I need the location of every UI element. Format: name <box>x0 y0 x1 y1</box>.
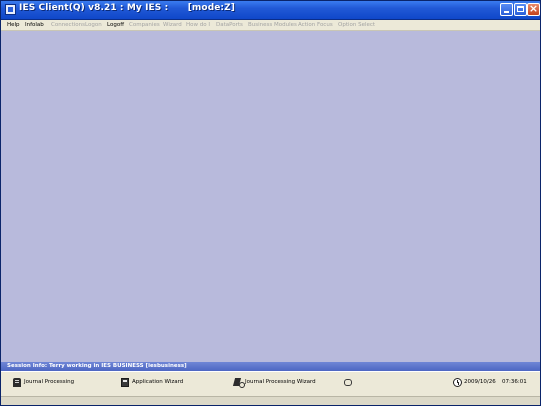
menu-item-business-modules[interactable]: Business Modules <box>248 20 297 30</box>
clock-icon <box>453 378 462 387</box>
app-window: IES Client(Q) v8.21 : My IES : [mode:Z] … <box>0 0 541 406</box>
status-date: 2009/10/26 <box>464 379 496 385</box>
app-icon[interactable] <box>5 4 16 15</box>
application-wizard-icon <box>121 378 129 387</box>
maximize-button[interactable] <box>514 3 527 16</box>
journal-icon <box>13 378 21 387</box>
bottom-status-strip <box>1 396 540 405</box>
title-bar[interactable]: IES Client(Q) v8.21 : My IES : [mode:Z] … <box>1 1 540 20</box>
session-info-text: Session Info: Terry working in IES BUSIN… <box>7 363 187 369</box>
misc-icon <box>344 379 352 386</box>
session-info-bar: Session Info: Terry working in IES BUSIN… <box>1 362 540 371</box>
journal-wizard-icon <box>234 378 245 388</box>
menu-item-logon[interactable]: Logon <box>85 20 102 30</box>
menu-item-wizard[interactable]: Wizard <box>163 20 182 30</box>
task-label: Journal Processing Wizard <box>245 379 316 385</box>
menu-item-option-select[interactable]: Option Select <box>338 20 375 30</box>
menu-item-connections[interactable]: Connections <box>51 20 85 30</box>
menu-item-dataports[interactable]: DataPorts <box>216 20 243 30</box>
close-icon: × <box>528 2 539 15</box>
menu-item-infolab[interactable]: Infolab <box>25 20 44 30</box>
menu-item-companies[interactable]: Companies <box>129 20 160 30</box>
menu-item-help[interactable]: Help <box>7 20 20 30</box>
task-label: Application Wizard <box>132 379 184 385</box>
window-title: IES Client(Q) v8.21 : My IES : [mode:Z] <box>19 3 235 13</box>
maximize-icon <box>517 6 524 12</box>
menu-item-how-do-i[interactable]: How do I <box>186 20 210 30</box>
menu-item-logoff[interactable]: Logoff <box>107 20 124 30</box>
close-button[interactable]: × <box>527 2 540 16</box>
task-label: Journal Processing <box>24 379 75 385</box>
minimize-icon <box>504 11 509 13</box>
status-time: 07:36:01 <box>502 379 527 385</box>
menu-bar: Help Infolab Connections Logon Logoff Co… <box>1 20 540 31</box>
main-workspace[interactable] <box>1 31 540 361</box>
taskbar: Journal Processing Application Wizard Jo… <box>1 371 540 396</box>
menu-item-action-focus[interactable]: Action Focus <box>298 20 333 30</box>
minimize-button[interactable] <box>500 3 513 16</box>
